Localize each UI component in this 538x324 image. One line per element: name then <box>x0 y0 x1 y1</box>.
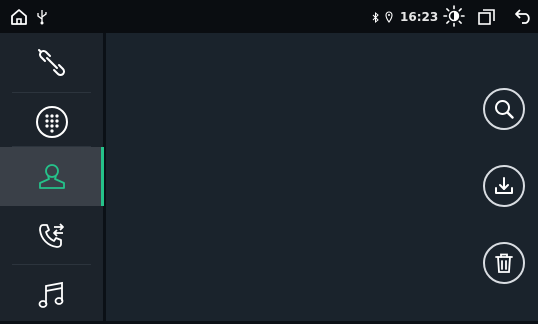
brightness-icon[interactable] <box>443 5 465 27</box>
sidebar-item-contacts[interactable] <box>0 147 104 206</box>
contact-icon <box>38 163 65 189</box>
window-icon[interactable] <box>478 9 495 25</box>
contacts-content-area <box>106 33 538 321</box>
download-icon <box>495 177 513 194</box>
sidebar-item-music[interactable] <box>0 265 103 324</box>
search-button[interactable] <box>483 88 525 130</box>
bluetooth-icon <box>372 11 379 24</box>
back-icon[interactable] <box>514 9 532 24</box>
link-icon <box>37 48 65 76</box>
search-icon <box>495 100 514 119</box>
call-log-icon <box>38 222 64 248</box>
sidebar <box>0 33 104 324</box>
sidebar-item-link[interactable] <box>0 33 103 92</box>
music-icon <box>38 281 63 308</box>
clock: 16:23 <box>400 10 439 24</box>
status-bar: 16:23 <box>0 0 538 33</box>
dialpad-icon <box>35 105 68 138</box>
home-icon[interactable] <box>10 8 28 26</box>
trash-icon <box>495 253 513 273</box>
download-button[interactable] <box>483 165 525 207</box>
sidebar-item-call-log[interactable] <box>0 206 103 265</box>
delete-button[interactable] <box>483 242 525 284</box>
sidebar-item-dialpad[interactable] <box>0 92 103 151</box>
location-icon <box>385 11 393 23</box>
usb-icon <box>37 10 47 25</box>
